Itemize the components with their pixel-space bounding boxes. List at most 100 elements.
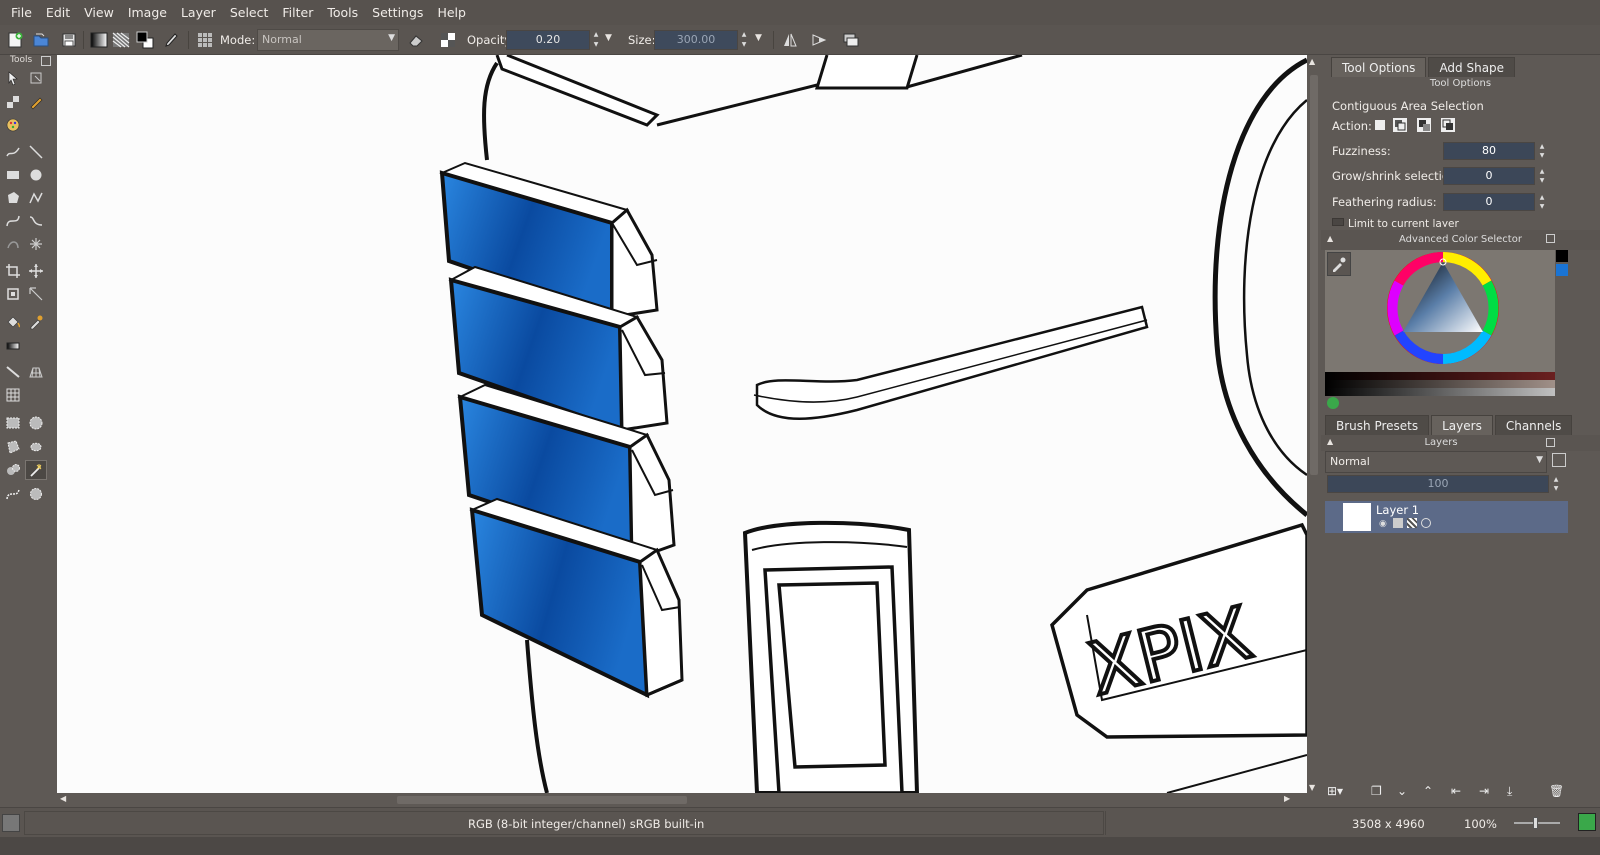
float-panel-icon[interactable] bbox=[1546, 438, 1555, 447]
chevron-down-icon[interactable]: ▼ bbox=[605, 33, 612, 55]
size-input[interactable]: 300.00 bbox=[654, 30, 738, 50]
freehand-path-tool[interactable] bbox=[25, 211, 47, 231]
similar-color-selection-tool[interactable] bbox=[2, 460, 24, 480]
layer-name[interactable]: Layer 1 bbox=[1376, 503, 1419, 517]
measure-tool[interactable] bbox=[25, 284, 47, 304]
menu-select[interactable]: Select bbox=[223, 5, 276, 20]
layer-options-icon[interactable] bbox=[1552, 453, 1566, 467]
inherit-alpha-icon[interactable] bbox=[1421, 518, 1431, 528]
float-panel-icon[interactable] bbox=[41, 56, 51, 66]
save-button[interactable] bbox=[58, 29, 80, 51]
grid-tool[interactable] bbox=[2, 385, 24, 405]
duplicate-layer-button[interactable]: ❐ bbox=[1371, 784, 1382, 798]
scroll-left-icon[interactable]: ◀ bbox=[60, 794, 66, 803]
move-layer-down-button[interactable]: ⌄ bbox=[1397, 784, 1407, 798]
polygonal-selection-tool[interactable] bbox=[2, 437, 24, 457]
limit-layer-checkbox[interactable] bbox=[1332, 218, 1344, 226]
shade-strip[interactable] bbox=[1325, 388, 1555, 396]
menu-filter[interactable]: Filter bbox=[275, 5, 320, 20]
tab-channels[interactable]: Channels bbox=[1494, 415, 1573, 435]
zoom-slider-handle[interactable] bbox=[1533, 817, 1538, 829]
line-tool[interactable] bbox=[25, 142, 47, 162]
perspective-grid-tool[interactable] bbox=[25, 362, 47, 382]
menu-help[interactable]: Help bbox=[430, 5, 473, 20]
bezier-selection-tool[interactable] bbox=[2, 484, 24, 504]
horizontal-scrollbar[interactable]: ◀ ▶ bbox=[57, 793, 1307, 807]
scroll-right-icon[interactable]: ▶ bbox=[1284, 794, 1290, 803]
workspace-chooser-button[interactable] bbox=[840, 29, 862, 51]
vertical-scroll-thumb[interactable] bbox=[1310, 75, 1318, 475]
menu-settings[interactable]: Settings bbox=[365, 5, 430, 20]
size-stepper[interactable]: ▲ ▼ bbox=[739, 30, 749, 50]
rectangle-tool[interactable] bbox=[2, 165, 24, 185]
scroll-up-icon[interactable]: ▲ bbox=[1309, 57, 1315, 66]
feathering-stepper[interactable]: ▲ ▼ bbox=[1537, 193, 1547, 211]
vertical-scrollbar[interactable]: ▲ ▼ bbox=[1307, 55, 1321, 807]
selection-add-button[interactable] bbox=[1391, 116, 1409, 134]
selection-intersect-button[interactable] bbox=[1439, 116, 1457, 134]
alpha-lock-icon[interactable] bbox=[1407, 518, 1417, 528]
grow-shrink-input[interactable]: 0 bbox=[1443, 167, 1535, 185]
selection-subtract-button[interactable] bbox=[1415, 116, 1433, 134]
drawing-canvas[interactable]: XPIX bbox=[57, 55, 1307, 793]
multibrush-tool[interactable] bbox=[25, 234, 47, 254]
ellipse-tool[interactable] bbox=[25, 165, 47, 185]
calligraphy-tool[interactable] bbox=[25, 92, 47, 112]
menu-image[interactable]: Image bbox=[121, 5, 174, 20]
layer-opacity-input[interactable]: 100 bbox=[1327, 475, 1549, 493]
gradient-selector-button[interactable] bbox=[88, 29, 110, 51]
menu-tools[interactable]: Tools bbox=[320, 5, 365, 20]
menu-layer[interactable]: Layer bbox=[174, 5, 223, 20]
erase-mode-button[interactable] bbox=[405, 29, 427, 51]
mirror-vertical-button[interactable] bbox=[808, 29, 830, 51]
move-tool[interactable] bbox=[25, 261, 47, 281]
tab-tool-options[interactable]: Tool Options bbox=[1331, 57, 1427, 77]
text-tool[interactable] bbox=[2, 92, 24, 112]
background-color-swatch[interactable] bbox=[1556, 264, 1568, 276]
polyline-tool[interactable] bbox=[25, 188, 47, 208]
fill-tool[interactable] bbox=[2, 312, 24, 332]
elliptical-selection-tool[interactable] bbox=[25, 413, 47, 433]
magnetic-selection-tool[interactable] bbox=[25, 484, 47, 504]
visibility-eye-icon[interactable]: ◉ bbox=[1379, 519, 1387, 529]
dynamic-brush-tool[interactable] bbox=[2, 234, 24, 254]
preserve-alpha-button[interactable] bbox=[437, 29, 459, 51]
polygon-tool[interactable] bbox=[2, 188, 24, 208]
select-shapes-tool[interactable] bbox=[2, 68, 24, 88]
menu-view[interactable]: View bbox=[77, 5, 121, 20]
chevron-down-icon[interactable]: ▼ bbox=[755, 33, 762, 55]
layer-blend-mode-dropdown[interactable]: Normal ▼ bbox=[1325, 451, 1547, 473]
color-wheel[interactable] bbox=[1325, 250, 1555, 372]
foreground-color-swatch[interactable] bbox=[1556, 250, 1568, 262]
tab-brush-presets[interactable]: Brush Presets bbox=[1325, 415, 1430, 435]
new-document-button[interactable] bbox=[4, 29, 26, 51]
menu-edit[interactable]: Edit bbox=[39, 5, 77, 20]
color-picker-tool[interactable] bbox=[25, 312, 47, 332]
contiguous-selection-tool[interactable] bbox=[25, 460, 47, 480]
menu-file[interactable]: File bbox=[4, 5, 39, 20]
freehand-selection-tool[interactable] bbox=[25, 437, 47, 457]
selection-replace-button[interactable] bbox=[1371, 116, 1389, 134]
delete-layer-icon[interactable]: 🗑 bbox=[1549, 784, 1564, 798]
mirror-horizontal-button[interactable] bbox=[779, 29, 801, 51]
tab-layers[interactable]: Layers bbox=[1431, 415, 1493, 435]
assistant-tool[interactable] bbox=[2, 362, 24, 382]
tab-add-shape[interactable]: Add Shape bbox=[1428, 57, 1516, 77]
gradient-tool[interactable] bbox=[2, 336, 24, 356]
freehand-brush-tool[interactable] bbox=[2, 142, 24, 162]
shade-strip[interactable] bbox=[1325, 372, 1555, 380]
merge-layer-button[interactable]: ⤓ bbox=[1507, 784, 1512, 799]
shade-strip[interactable] bbox=[1325, 380, 1555, 388]
layer-opacity-stepper[interactable]: ▲ ▼ bbox=[1551, 475, 1561, 493]
move-layer-up-button[interactable]: ⌃ bbox=[1423, 784, 1433, 798]
scroll-down-icon[interactable]: ▼ bbox=[1309, 783, 1315, 792]
horizontal-scroll-thumb[interactable] bbox=[397, 796, 687, 804]
transform-tool[interactable] bbox=[2, 284, 24, 304]
add-layer-button[interactable]: ⊞▾ bbox=[1327, 784, 1343, 798]
fuzziness-stepper[interactable]: ▲ ▼ bbox=[1537, 142, 1547, 160]
pattern-selector-button[interactable] bbox=[110, 29, 132, 51]
opacity-stepper[interactable]: ▲ ▼ bbox=[591, 30, 601, 50]
edit-shapes-tool[interactable] bbox=[25, 68, 47, 88]
color-swatch-button[interactable] bbox=[134, 29, 156, 51]
feathering-input[interactable]: 0 bbox=[1443, 193, 1535, 211]
